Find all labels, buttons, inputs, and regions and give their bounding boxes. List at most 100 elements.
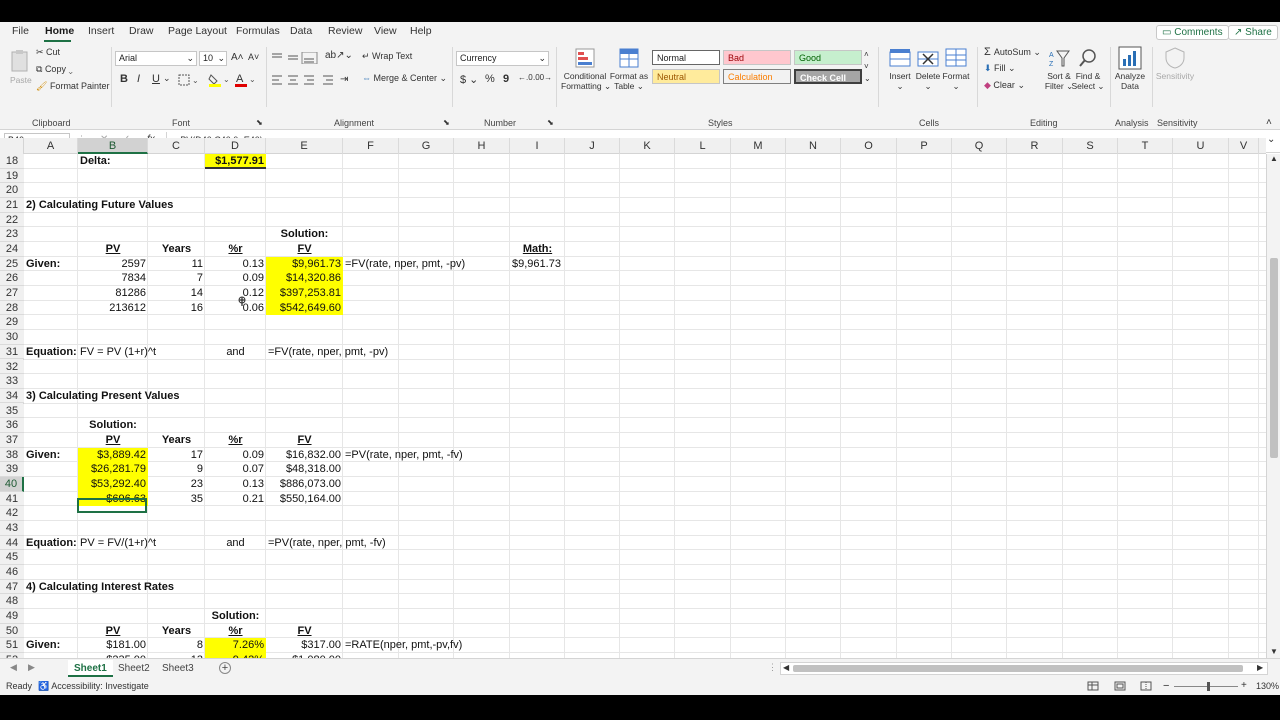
cell-b27[interactable]: 81286 bbox=[78, 286, 148, 301]
scroll-left-icon[interactable]: ◀ bbox=[783, 663, 789, 672]
tab-view[interactable]: View bbox=[374, 25, 397, 37]
cell-f38[interactable]: =PV(rate, nper, pmt, -fv) bbox=[343, 448, 465, 463]
cell-e51[interactable]: $317.00 bbox=[266, 638, 343, 653]
column-header-c[interactable]: C bbox=[148, 138, 205, 154]
cell-f25[interactable]: =FV(rate, nper, pmt, -pv) bbox=[343, 257, 467, 272]
row-header-45[interactable]: 45 bbox=[0, 550, 24, 565]
page-break-view-icon[interactable] bbox=[1140, 681, 1152, 691]
decrease-decimal-icon[interactable]: .00→ bbox=[533, 73, 552, 82]
cell-c50[interactable]: Years bbox=[148, 624, 205, 639]
style-calculation[interactable]: Calculation bbox=[723, 69, 791, 84]
chevron-down-icon[interactable]: ⌄ bbox=[163, 73, 171, 84]
horizontal-align-icons[interactable] bbox=[271, 74, 346, 86]
cell-f51[interactable]: =RATE(nper, pmt,-pv,fv) bbox=[343, 638, 464, 653]
cell-e27[interactable]: $397,253.81 bbox=[266, 286, 343, 301]
dialog-launcher-icon[interactable]: ⬊ bbox=[443, 118, 450, 127]
cell-a31[interactable]: Equation: bbox=[24, 345, 79, 360]
cell-b39[interactable]: $26,281.79 bbox=[78, 462, 148, 477]
increase-decimal-icon[interactable]: ←.0 bbox=[518, 73, 533, 82]
italic-button[interactable]: I bbox=[137, 73, 140, 85]
row-header-23[interactable]: 23 bbox=[0, 227, 24, 242]
column-header-o[interactable]: O bbox=[841, 138, 897, 154]
cell-c26[interactable]: 7 bbox=[148, 271, 205, 286]
style-neutral[interactable]: Neutral bbox=[652, 69, 720, 84]
row-header-48[interactable]: 48 bbox=[0, 594, 24, 609]
autosum-button[interactable]: Σ AutoSum ⌄ bbox=[984, 46, 1041, 58]
cell-e40[interactable]: $886,073.00 bbox=[266, 477, 343, 492]
row-header-19[interactable]: 19 bbox=[0, 168, 24, 184]
cell-b50[interactable]: PV bbox=[78, 624, 148, 639]
cell-c24[interactable]: Years bbox=[148, 242, 205, 257]
cell-c41[interactable]: 35 bbox=[148, 492, 205, 507]
clear-button[interactable]: ◆ Clear ⌄ bbox=[984, 80, 1025, 91]
row-header-38[interactable]: 38 bbox=[0, 447, 24, 463]
cell-b37[interactable]: PV bbox=[78, 433, 148, 448]
column-header-f[interactable]: F bbox=[343, 138, 399, 154]
comma-style-button[interactable]: 9 bbox=[503, 73, 509, 85]
column-header-b[interactable]: B bbox=[78, 138, 148, 154]
style-normal[interactable]: Normal bbox=[652, 50, 720, 65]
cell-d27[interactable]: 0.12 bbox=[205, 286, 266, 301]
cell-c39[interactable]: 9 bbox=[148, 462, 205, 477]
worksheet-grid[interactable]: ABCDEFGHIJKLMNOPQRSTUV 18 19 20 21 22 23 24 25 2… bbox=[0, 138, 1266, 658]
cell-e50[interactable]: FV bbox=[266, 624, 343, 639]
row-header-22[interactable]: 22 bbox=[0, 212, 24, 228]
sheet-tab-3[interactable]: Sheet3 bbox=[162, 660, 194, 677]
cell-d37[interactable]: %r bbox=[205, 433, 266, 448]
borders-icon[interactable]: ⌄ bbox=[178, 74, 198, 86]
row-header-24[interactable]: 24 bbox=[0, 242, 24, 257]
column-header-j[interactable]: J bbox=[565, 138, 620, 154]
column-header-e[interactable]: E bbox=[266, 138, 343, 154]
tab-page-layout[interactable]: Page Layout bbox=[168, 25, 227, 37]
wrap-text-button[interactable]: ↵ Wrap Text bbox=[362, 51, 412, 62]
column-header-s[interactable]: S bbox=[1063, 138, 1118, 154]
tab-insert[interactable]: Insert bbox=[88, 25, 114, 37]
cell-b51[interactable]: $181.00 bbox=[78, 638, 148, 653]
cell-e26[interactable]: $14,320.86 bbox=[266, 271, 343, 287]
page-layout-view-icon[interactable] bbox=[1114, 681, 1126, 691]
cell-d41[interactable]: 0.21 bbox=[205, 492, 266, 507]
row-header-47[interactable]: 47 bbox=[0, 579, 24, 595]
column-header-n[interactable]: N bbox=[786, 138, 841, 154]
row-header-49[interactable]: 49 bbox=[0, 609, 24, 624]
cell-d49[interactable]: Solution: bbox=[205, 609, 266, 624]
row-header-29[interactable]: 29 bbox=[0, 315, 24, 331]
tab-draw[interactable]: Draw bbox=[129, 25, 154, 37]
row-header-39[interactable]: 39 bbox=[0, 462, 24, 477]
underline-button[interactable]: U bbox=[152, 73, 160, 85]
row-header-25[interactable]: 25 bbox=[0, 256, 24, 272]
cell-e39[interactable]: $48,318.00 bbox=[266, 462, 343, 477]
format-painter-button[interactable]: 🖌 Format Painter bbox=[36, 81, 109, 92]
expand-formula-bar-icon[interactable]: ⌄ bbox=[1267, 134, 1275, 145]
column-header-t[interactable]: T bbox=[1118, 138, 1173, 154]
cell-d24[interactable]: %r bbox=[205, 242, 266, 257]
sheet-tab-2[interactable]: Sheet2 bbox=[118, 660, 150, 677]
row-header-40[interactable]: 40 bbox=[0, 476, 24, 492]
font-color-icon[interactable]: A ⌄ bbox=[234, 72, 256, 87]
zoom-out-button[interactable]: − bbox=[1163, 680, 1169, 692]
column-header-d[interactable]: D bbox=[205, 138, 266, 154]
cell-e37[interactable]: FV bbox=[266, 433, 343, 448]
accounting-format-button[interactable]: $ ⌄ bbox=[460, 73, 478, 86]
row-header-35[interactable]: 35 bbox=[0, 403, 24, 419]
format-as-table-button[interactable]: Format as Table ⌄ bbox=[609, 71, 649, 91]
zoom-level[interactable]: 130% bbox=[1256, 681, 1279, 691]
cell-d51[interactable]: 7.26% bbox=[205, 638, 266, 654]
row-header-34[interactable]: 34 bbox=[0, 388, 24, 404]
cell-d31[interactable]: and bbox=[205, 345, 266, 360]
row-header-36[interactable]: 36 bbox=[0, 418, 24, 433]
bold-button[interactable]: B bbox=[120, 73, 128, 85]
styles-scroll-icon[interactable]: ˄ ˅ ⌄ bbox=[864, 49, 871, 85]
cell-b31[interactable]: FV = PV (1+r)^t bbox=[78, 345, 158, 360]
horizontal-scrollbar[interactable]: ◀ ▶ bbox=[780, 662, 1268, 675]
cell-a38[interactable]: Given: bbox=[24, 448, 62, 463]
dialog-launcher-icon[interactable]: ⬊ bbox=[256, 118, 263, 127]
cell-c27[interactable]: 14 bbox=[148, 286, 205, 301]
cell-d18[interactable]: $1,577.91 bbox=[205, 154, 266, 169]
format-cells-button[interactable]: Format ⌄ bbox=[940, 71, 972, 91]
scroll-right-icon[interactable]: ▶ bbox=[1257, 663, 1263, 672]
paste-icon[interactable] bbox=[10, 49, 30, 73]
column-header-k[interactable]: K bbox=[620, 138, 675, 154]
style-bad[interactable]: Bad bbox=[723, 50, 791, 65]
cell-b26[interactable]: 7834 bbox=[78, 271, 148, 286]
